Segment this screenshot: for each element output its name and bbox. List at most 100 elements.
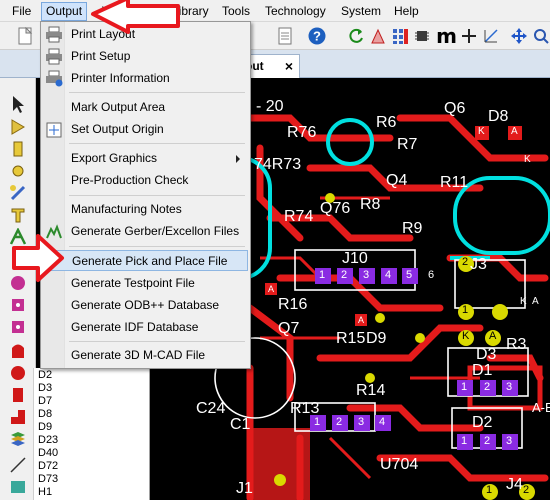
- tab-close-icon[interactable]: ×: [285, 55, 293, 77]
- menu-item-print-layout[interactable]: Print Layout: [43, 24, 248, 45]
- pcb-label: R76: [287, 124, 317, 141]
- printer-setup-icon: [46, 48, 62, 65]
- menu-item-generate-idf[interactable]: Generate IDF Database: [43, 317, 248, 338]
- list-item[interactable]: D7: [38, 395, 52, 407]
- list-item[interactable]: D2: [38, 369, 52, 381]
- line-tool-icon[interactable]: [9, 456, 27, 474]
- menu-system[interactable]: System: [337, 3, 385, 20]
- pad-number: A: [358, 315, 365, 325]
- list-item[interactable]: D9: [38, 421, 52, 433]
- pcb-label: D8: [488, 108, 509, 125]
- list-item[interactable]: D73: [38, 473, 58, 485]
- menu-item-generate-gerber[interactable]: Generate Gerber/Excellon Files: [43, 221, 248, 242]
- teal-rect-icon[interactable]: [9, 478, 27, 496]
- new-file-icon[interactable]: [14, 25, 35, 46]
- menu-item-manufacturing-notes[interactable]: Manufacturing Notes: [43, 199, 248, 220]
- pcb-label: D2: [472, 414, 493, 431]
- document-icon[interactable]: [274, 25, 295, 46]
- menu-separator: [69, 143, 245, 144]
- menu-item-label: Generate IDF Database: [71, 320, 199, 334]
- menu-separator: [69, 246, 245, 247]
- menu-item-pre-production-check[interactable]: Pre-Production Check: [43, 170, 248, 191]
- refresh-icon[interactable]: [345, 25, 366, 46]
- pad-number: K: [524, 154, 531, 165]
- list-item[interactable]: D72: [38, 460, 58, 472]
- net-tool-icon[interactable]: [9, 228, 27, 246]
- route-icon[interactable]: [9, 184, 27, 202]
- pcb-label: 74R73: [254, 156, 302, 173]
- pad-dot-icon[interactable]: [9, 318, 27, 336]
- pcb-label: R7: [397, 136, 418, 153]
- pad-number: 1: [461, 381, 468, 393]
- menu-file[interactable]: File: [8, 3, 35, 20]
- menu-item-label: Generate 3D M-CAD File: [71, 348, 206, 362]
- text-tool-icon[interactable]: [9, 206, 27, 224]
- pad-number: 4: [379, 416, 386, 428]
- component-icon[interactable]: [411, 25, 432, 46]
- plus-cursor-icon[interactable]: [458, 25, 479, 46]
- help-icon[interactable]: ?: [306, 25, 327, 46]
- pcb-label: R15: [336, 330, 366, 347]
- pcb-label: D1: [472, 362, 493, 379]
- menu-item-label: Generate Gerber/Excellon Files: [71, 224, 240, 238]
- layers-icon[interactable]: [9, 430, 27, 448]
- shape-triangle-icon[interactable]: [367, 25, 388, 46]
- menu-separator: [69, 195, 245, 196]
- menu-technology[interactable]: Technology: [261, 3, 330, 20]
- red-rect-icon[interactable]: [9, 386, 27, 404]
- pad-number: 3: [363, 269, 370, 281]
- menu-item-set-output-origin[interactable]: Set Output Origin: [43, 119, 248, 140]
- list-item[interactable]: D23: [38, 434, 58, 446]
- menu-item-export-graphics[interactable]: Export Graphics: [43, 148, 248, 169]
- square-pad-icon[interactable]: [9, 296, 27, 314]
- menu-output[interactable]: Output: [41, 2, 88, 21]
- menu-item-print-setup[interactable]: Print Setup: [43, 46, 248, 67]
- menu-item-label: Generate Pick and Place File: [72, 254, 228, 268]
- zoom-icon[interactable]: [530, 25, 550, 46]
- pad-number: 5: [406, 269, 413, 281]
- pin-icon[interactable]: [9, 162, 27, 180]
- pcb-label: Q6: [444, 100, 466, 117]
- via-tool-icon[interactable]: [9, 250, 27, 268]
- list-item[interactable]: D3: [38, 382, 52, 394]
- select-part-icon[interactable]: [9, 118, 27, 136]
- gerber-icon: [46, 224, 62, 239]
- axis-icon[interactable]: [480, 25, 501, 46]
- circle-pad-icon[interactable]: [9, 274, 27, 292]
- pad-number: 1: [462, 304, 469, 316]
- move-icon[interactable]: [508, 25, 529, 46]
- menu-library[interactable]: Library: [168, 3, 213, 20]
- grid-icon[interactable]: [389, 25, 410, 46]
- pcb-label: R9: [402, 220, 423, 237]
- menu-edit[interactable]: Edit: [133, 3, 162, 20]
- menu-help[interactable]: Help: [390, 3, 423, 20]
- pcb-label: D9: [366, 330, 387, 347]
- list-item[interactable]: D8: [38, 408, 52, 420]
- pad-number: 2: [484, 435, 491, 447]
- pad-number: 2: [341, 269, 348, 281]
- svg-text:?: ?: [313, 28, 321, 43]
- menu-item-generate-3d-mcad[interactable]: Generate 3D M-CAD File: [43, 345, 248, 366]
- pad-number: K: [520, 296, 527, 307]
- list-item[interactable]: H1: [38, 486, 52, 498]
- menu-view[interactable]: View: [98, 3, 132, 20]
- menu-tools[interactable]: Tools: [218, 3, 254, 20]
- list-item[interactable]: D40: [38, 447, 58, 459]
- component-place-icon[interactable]: [9, 140, 27, 158]
- menu-item-generate-pick-and-place[interactable]: Generate Pick and Place File: [43, 250, 248, 271]
- red-step-icon[interactable]: [9, 408, 27, 426]
- menu-item-mark-output-area[interactable]: Mark Output Area: [43, 97, 248, 118]
- pcb-label: Q76: [320, 200, 351, 217]
- pad-number: A: [268, 284, 275, 294]
- menu-item-generate-testpoint[interactable]: Generate Testpoint File: [43, 273, 248, 294]
- menu-item-label: Print Layout: [71, 27, 136, 41]
- red-shape-icon[interactable]: [9, 342, 27, 360]
- pcb-label: R3: [506, 336, 527, 353]
- menu-item-label: Pre-Production Check: [71, 173, 189, 187]
- red-circle-icon[interactable]: [9, 364, 27, 382]
- measure-mode-button[interactable]: m: [436, 24, 457, 48]
- pcb-label: R16: [278, 296, 308, 313]
- select-arrow-icon[interactable]: [9, 95, 27, 113]
- menu-item-generate-odb[interactable]: Generate ODB++ Database: [43, 295, 248, 316]
- menu-item-printer-information[interactable]: Printer Information: [43, 68, 248, 89]
